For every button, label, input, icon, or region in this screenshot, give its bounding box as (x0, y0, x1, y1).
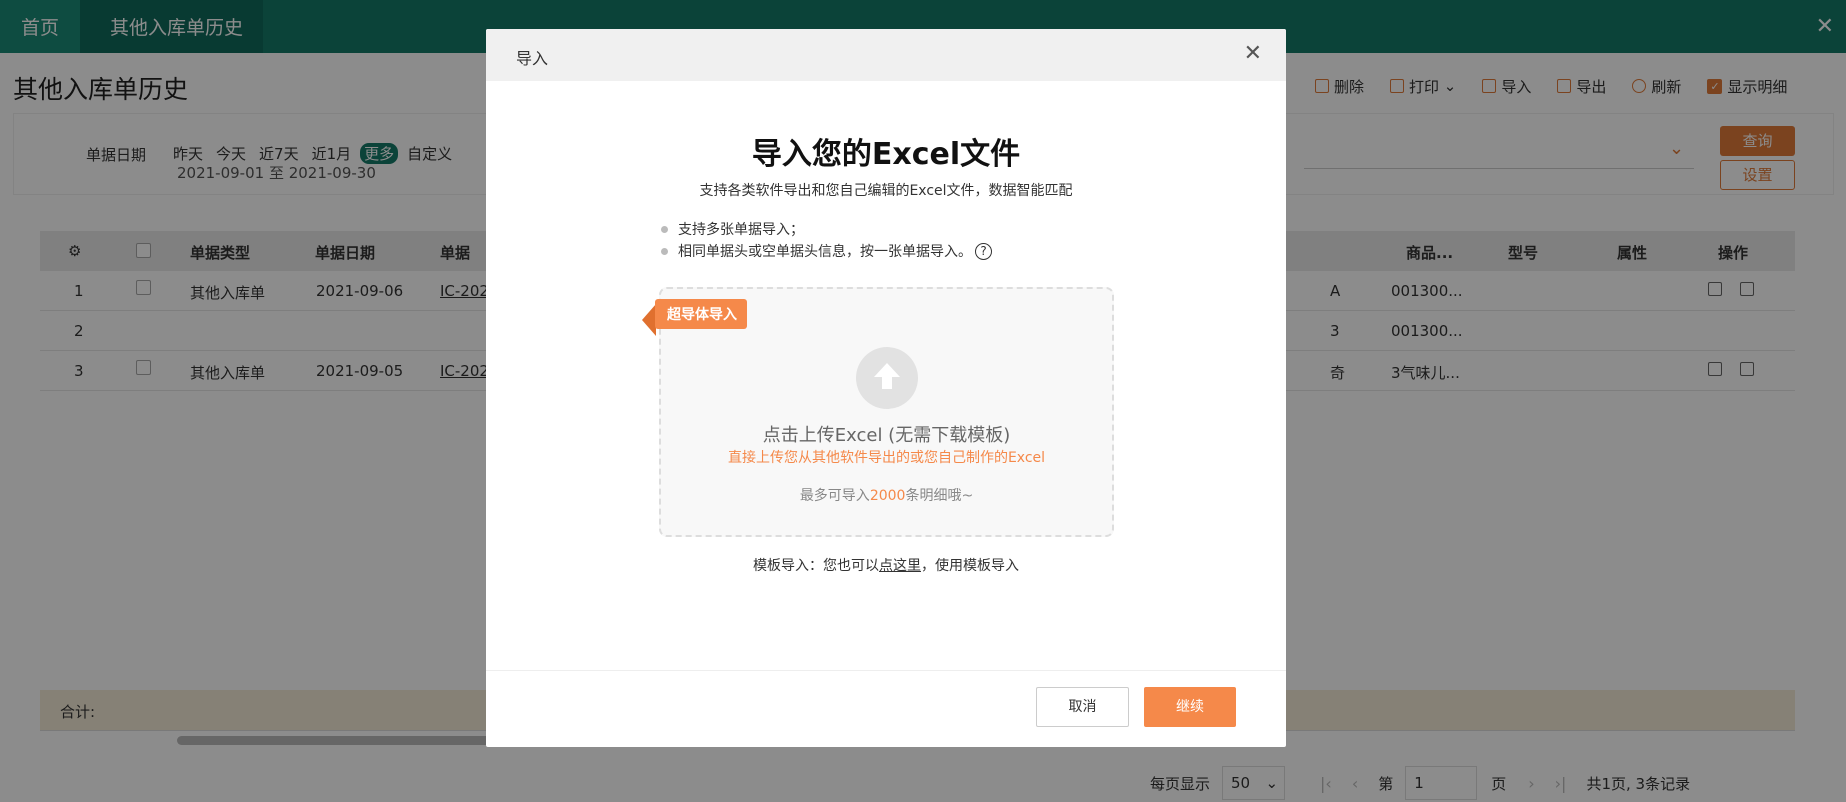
template-prefix: 模板导入：您也可以 (753, 558, 879, 574)
upload-sub-text: 直接上传您从其他软件导出的或您自己制作的Excel (727, 450, 1046, 466)
note-item: 支持多张单据导入； (661, 218, 992, 240)
upload-icon[interactable] (856, 347, 918, 409)
upload-main-text: 点击上传Excel (无需下载模板) (762, 425, 1011, 446)
limit-number: 2000 (869, 488, 906, 504)
template-link[interactable]: 点这里 (879, 558, 921, 574)
cancel-button[interactable]: 取消 (1036, 687, 1129, 727)
dialog-title: 导入 (516, 49, 549, 68)
note-text: 相同单据头或空单据头信息，按一张单据导入。 (678, 244, 972, 260)
template-import-hint: 模板导入：您也可以点这里，使用模板导入 (486, 555, 1286, 575)
limit-suffix: 条明细哦~ (905, 488, 974, 504)
import-subtitle: 支持各类软件导出和您自己编辑的Excel文件，数据智能匹配 (699, 183, 1073, 199)
superconductor-import-badge: 超导体导入 (655, 299, 747, 329)
template-suffix: ，使用模板导入 (921, 558, 1019, 574)
dialog-footer: 取消 继续 (486, 670, 1286, 747)
note-item: 相同单据头或空单据头信息，按一张单据导入。? (661, 240, 992, 262)
continue-button[interactable]: 继续 (1144, 687, 1236, 727)
ribbon-tail (642, 304, 656, 336)
limit-prefix: 最多可导入 (799, 488, 870, 504)
upload-limit: 最多可导入2000条明细哦~ (661, 485, 1112, 505)
upload-dropzone[interactable]: 超导体导入 点击上传Excel (无需下载模板) 直接上传您从其他软件导出的或您… (642, 287, 1114, 537)
note-text: 支持多张单据导入； (678, 222, 804, 238)
close-icon[interactable]: ✕ (1244, 41, 1262, 66)
import-dialog: 导入 ✕ 导入您的Excel文件 支持各类软件导出和您自己编辑的Excel文件，… (486, 29, 1286, 747)
import-notes: 支持多张单据导入； 相同单据头或空单据头信息，按一张单据导入。? (661, 218, 992, 262)
dialog-header: 导入 ✕ (486, 29, 1286, 81)
help-icon[interactable]: ? (975, 242, 992, 260)
import-heading: 导入您的Excel文件 (751, 137, 1021, 172)
